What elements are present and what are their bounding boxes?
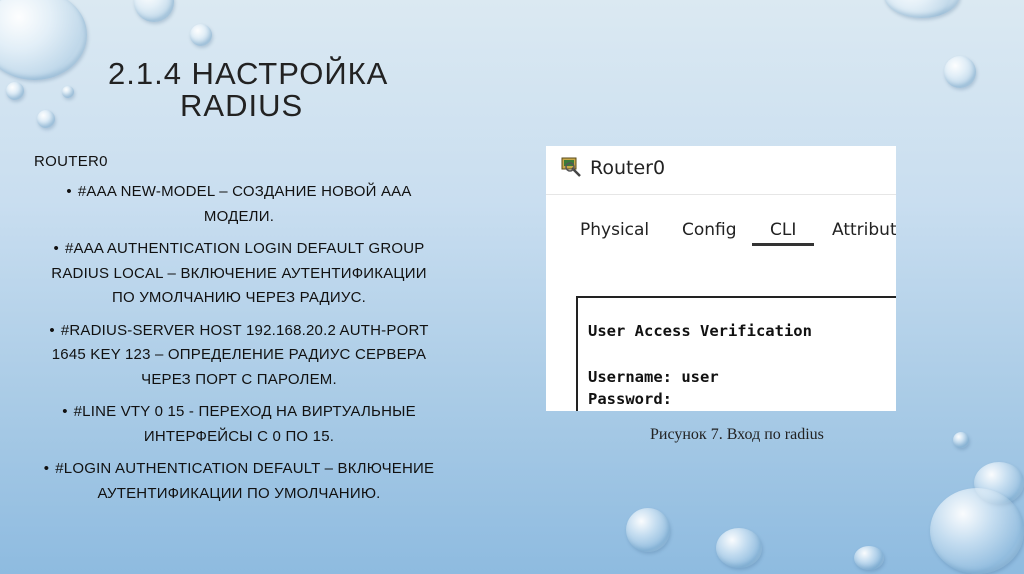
slide-title: 2.1.4 НАСТРОЙКА RADIUS [108,58,508,122]
bullet-item: • #LOGIN AUTHENTICATION DEFAULT – ВКЛЮЧЕН… [34,457,444,506]
water-drop-decoration [37,110,55,128]
tab-bar: Physical Config CLI Attribute [546,208,896,248]
bullet-icon: • [49,321,55,339]
bullet-text: #AAA AUTHENTICATION LOGIN DEFAULT GROUP [64,240,425,257]
bullet-item: • #RADIUS-SERVER HOST 192.168.20.2 AUTH-P… [34,319,444,393]
tab-attributes[interactable]: Attribute [832,220,896,240]
water-drop-decoration [134,0,174,22]
bullet-text: ПО УМОЛЧАНИЮ ЧЕРЕЗ РАДИУС. [111,289,366,306]
cli-console[interactable]: User Access Verification Username: user … [576,296,896,411]
bullet-icon: • [66,183,72,200]
bullet-text: #LINE VTY 0 15 - ПЕРЕХОД НА ВИРТУАЛЬНЫЕ [73,403,416,420]
bullet-text: МОДЕЛИ. [203,207,275,225]
water-drop-decoration [6,82,24,100]
slide-title-line-1: 2.1.4 НАСТРОЙКА [108,56,389,91]
bullet-icon: • [53,240,59,257]
slide-title-line-2: RADIUS [180,88,304,123]
bullet-item: • #AAA NEW-MODEL – СОЗДАНИЕ НОВОЙ AAA МОД… [34,180,444,229]
water-drop-decoration [953,432,969,448]
bullet-text: ЧЕРЕЗ ПОРТ С ПАРОЛЕМ. [141,370,337,388]
bullet-icon: • [62,403,68,420]
water-drop-decoration [62,86,74,98]
tab-cli[interactable]: CLI [752,220,815,246]
bullet-text: 1645 KEY 123 – ОПРЕДЕЛЕНИЕ РАДИУС СЕРВЕР… [51,346,427,363]
tab-config[interactable]: Config [682,220,737,240]
console-line: Username: user [588,368,719,386]
water-drop-decoration [190,24,212,46]
bullet-icon: • [43,460,50,477]
bullet-text: ИНТЕРФЕЙСЫ С 0 ПО 15. [143,427,335,445]
bullet-item: • #AAA AUTHENTICATION LOGIN DEFAULT GROUP… [34,237,444,311]
water-drop-decoration [884,0,960,18]
bullet-text: АУТЕНТИФИКАЦИИ ПО УМОЛЧАНИЮ. [97,484,381,502]
bullet-item: • #LINE VTY 0 15 - ПЕРЕХОД НА ВИРТУАЛЬНЫЕ… [34,400,444,449]
bullet-list: • #AAA NEW-MODEL – СОЗДАНИЕ НОВОЙ AAA МОД… [34,180,444,514]
console-line: Password: [588,390,672,408]
bullet-text: #AAA NEW-MODEL – СОЗДАНИЕ НОВОЙ AAA [77,183,412,200]
water-drop-decoration [0,0,87,80]
bullet-text: #LOGIN AUTHENTICATION DEFAULT – ВКЛЮЧЕНИ… [55,460,435,477]
bullet-text: #RADIUS-SERVER HOST 192.168.20.2 AUTH-PO… [60,321,429,339]
bullet-text: RADIUS LOCAL – ВКЛЮЧЕНИЕ АУТЕНТИФИКАЦИИ [51,264,427,282]
water-drop-decoration [626,508,670,552]
figure-caption: Рисунок 7. Вход по radius [650,426,824,443]
section-heading: ROUTER0 [34,153,108,170]
tab-physical[interactable]: Physical [580,220,649,240]
router-icon [561,157,581,177]
window-title: Router0 [590,157,666,179]
water-drop-decoration [930,488,1024,574]
console-line: User Access Verification [588,322,812,340]
water-drop-decoration [854,546,884,570]
router-window-screenshot: Router0 Physical Config CLI Attribute Us… [546,146,896,411]
window-titlebar: Router0 [546,146,896,195]
water-drop-decoration [944,56,976,88]
water-drop-decoration [716,528,762,568]
